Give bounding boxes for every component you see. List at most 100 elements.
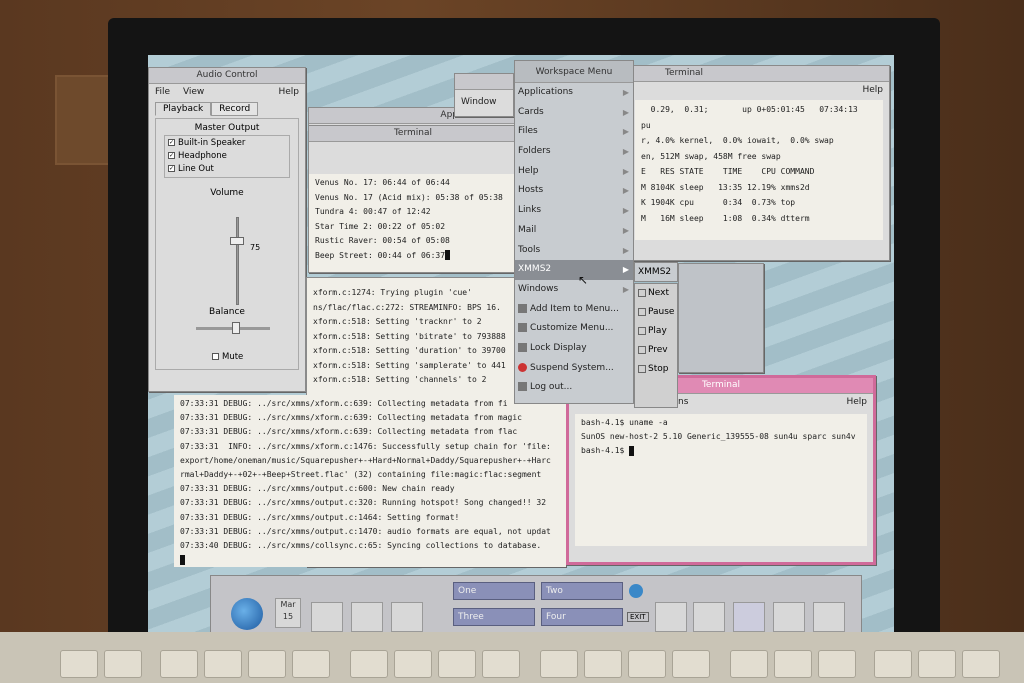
menu-item-hosts[interactable]: Hosts ▶ (515, 181, 633, 201)
tab-record[interactable]: Record (211, 102, 259, 116)
volume-slider-thumb[interactable] (230, 237, 244, 245)
calendar-day: 15 (282, 612, 294, 621)
log-line-14: 07:33:31 DEBUG: ../src/xmms/output.c:600… (180, 484, 455, 494)
submenu-arrow-icon: ▶ (622, 166, 629, 176)
workspace-menu: Workspace Menu Applications ▶ Cards ▶ File… (514, 60, 634, 404)
key (160, 650, 198, 678)
menu-item-windows[interactable]: Windows ▶ (515, 280, 633, 300)
fragment-titlebar (455, 74, 513, 90)
menu-help-top[interactable]: Help (862, 82, 883, 98)
menu-window[interactable]: Window (461, 97, 497, 107)
wall-outlet (55, 75, 110, 165)
shell-prompt: bash-4.1$ (581, 444, 861, 458)
menu-item-logout[interactable]: Log out... (515, 378, 633, 398)
key (394, 650, 432, 678)
key (248, 650, 286, 678)
globe-icon[interactable] (231, 598, 263, 630)
output-line-out[interactable]: ✓ Line Out (168, 163, 286, 176)
terminal-shell-output[interactable]: bash-4.1$ uname -a SunOS new-host-2 5.10 … (575, 414, 867, 546)
audio-control-title[interactable]: Audio Control (149, 68, 305, 84)
log-cursor (180, 553, 560, 567)
menu-item-folders[interactable]: Folders ▶ (515, 142, 633, 162)
submenu-arrow-icon: ▶ (622, 147, 629, 157)
tab-playback[interactable]: Playback (155, 102, 212, 116)
song-line-1: Venus No. 17 (Acid mix): 05:38 of 05:38 (315, 192, 503, 202)
trash-icon[interactable] (813, 602, 845, 632)
terminal-cursor (445, 250, 451, 260)
xmms-pause[interactable]: Pause (635, 303, 677, 322)
key (962, 650, 1000, 678)
checkbox-checked-icon[interactable]: ✓ (168, 152, 175, 159)
menu-item-lock-display[interactable]: Lock Display (515, 339, 633, 359)
file-manager-icon[interactable] (311, 602, 343, 632)
top-line-6: M 8104K sleep 13:35 12.19% xmms2d (641, 182, 810, 192)
audio-control-window: Audio Control File View Help Playback Rec… (148, 67, 306, 392)
xmms-play[interactable]: Play (635, 322, 677, 341)
workspace-three-button[interactable]: Three (453, 608, 535, 626)
terminal-songs-output[interactable]: Venus No. 17: 06:44 of 06:44 Venus No. 17… (309, 174, 517, 272)
menu-item-links[interactable]: Links ▶ (515, 201, 633, 221)
workspace-two-button[interactable]: Two (541, 582, 623, 600)
cpu-disk-meter-icon[interactable] (733, 602, 765, 632)
xmms-stop[interactable]: Stop (635, 360, 677, 379)
exit-button[interactable]: EXIT (627, 612, 649, 622)
menu-help[interactable]: Help (278, 84, 299, 100)
desktop-screen: Audio Control File View Help Playback Rec… (148, 55, 894, 635)
balance-slider-thumb[interactable] (232, 322, 240, 334)
log-line-8: 07:33:31 DEBUG: ../src/xmms/xform.c:639:… (180, 399, 508, 408)
shell-line-1: SunOS new-host-2 5.10 Generic_139555-08 … (581, 432, 856, 441)
menu-help-shell[interactable]: Help (846, 394, 867, 410)
workspace-one-button[interactable]: One (453, 582, 535, 600)
next-icon (638, 288, 646, 297)
menu-item-cards[interactable]: Cards ▶ (515, 103, 633, 123)
menu-item-files[interactable]: Files ▶ (515, 122, 633, 142)
menu-item-help[interactable]: Help ▶ (515, 162, 633, 182)
submenu-arrow-icon: ▶ (622, 265, 629, 275)
menu-file[interactable]: File (155, 87, 170, 97)
workspace-four-button[interactable]: Four (541, 608, 623, 626)
toolbox-icon[interactable] (773, 602, 805, 632)
menu-view[interactable]: View (183, 87, 204, 97)
key (672, 650, 710, 678)
terminal-songs-title[interactable]: Terminal (309, 126, 517, 142)
log-line-15: 07:33:31 DEBUG: ../src/xmms/output.c:320… (180, 498, 547, 508)
key (774, 650, 812, 678)
terminal-top-title[interactable]: Terminal (629, 66, 889, 82)
menu-item-suspend[interactable]: Suspend System... (515, 359, 633, 379)
suspend-icon (518, 362, 527, 372)
output-builtin-speaker[interactable]: ✓ Built-in Speaker (168, 137, 286, 150)
mailer-icon[interactable] (391, 602, 423, 632)
menu-item-mail[interactable]: Mail ▶ (515, 221, 633, 241)
checkbox-unchecked-icon[interactable] (212, 353, 219, 360)
menu-item-tools[interactable]: Tools ▶ (515, 241, 633, 261)
terminal-log-output-lower[interactable]: 07:33:31 DEBUG: ../src/xmms/xform.c:639:… (174, 395, 566, 567)
key (584, 650, 622, 678)
xmms-prev[interactable]: Prev (635, 341, 677, 360)
menu-item-applications[interactable]: Applications ▶ (515, 83, 633, 103)
checkbox-checked-icon[interactable]: ✓ (168, 165, 175, 172)
xmms-next[interactable]: Next (635, 284, 677, 303)
text-editor-icon[interactable] (351, 602, 383, 632)
calendar-icon[interactable]: Mar 15 (275, 598, 301, 628)
fragment-menubar: Window (455, 90, 513, 107)
audio-tabs: Playback Record (149, 100, 305, 118)
style-manager-icon[interactable] (693, 602, 725, 632)
menu-item-add-item[interactable]: Add Item to Menu... (515, 300, 633, 320)
top-line-1: pu (641, 120, 651, 130)
exit-icon (518, 382, 527, 392)
menu-item-customize[interactable]: Customize Menu... (515, 319, 633, 339)
terminal-top-window: Terminal Help 0.29, 0.31; up 0+05:01:45 … (628, 65, 890, 261)
terminal-top-menubar: Help (629, 82, 889, 98)
terminal-top-output[interactable]: 0.29, 0.31; up 0+05:01:45 07:34:13 pu r, 4… (635, 100, 883, 240)
output-headphone[interactable]: ✓ Headphone (168, 150, 286, 163)
window-menu-fragment: Window (454, 73, 514, 117)
playback-panel: Master Output ✓ Built-in Speaker ✓ Headpho… (155, 118, 299, 370)
mute-checkbox[interactable]: Mute (212, 351, 243, 364)
volume-slider-track[interactable] (236, 217, 239, 305)
globe-small-icon[interactable] (629, 584, 643, 598)
checkbox-checked-icon[interactable]: ✓ (168, 139, 175, 146)
menu-item-xmms2[interactable]: XMMS2 ▶ (515, 260, 633, 280)
volume-label: Volume (210, 188, 244, 198)
printer-icon[interactable] (655, 602, 687, 632)
xmms2-submenu: Next Pause Play Prev Stop (634, 283, 678, 408)
